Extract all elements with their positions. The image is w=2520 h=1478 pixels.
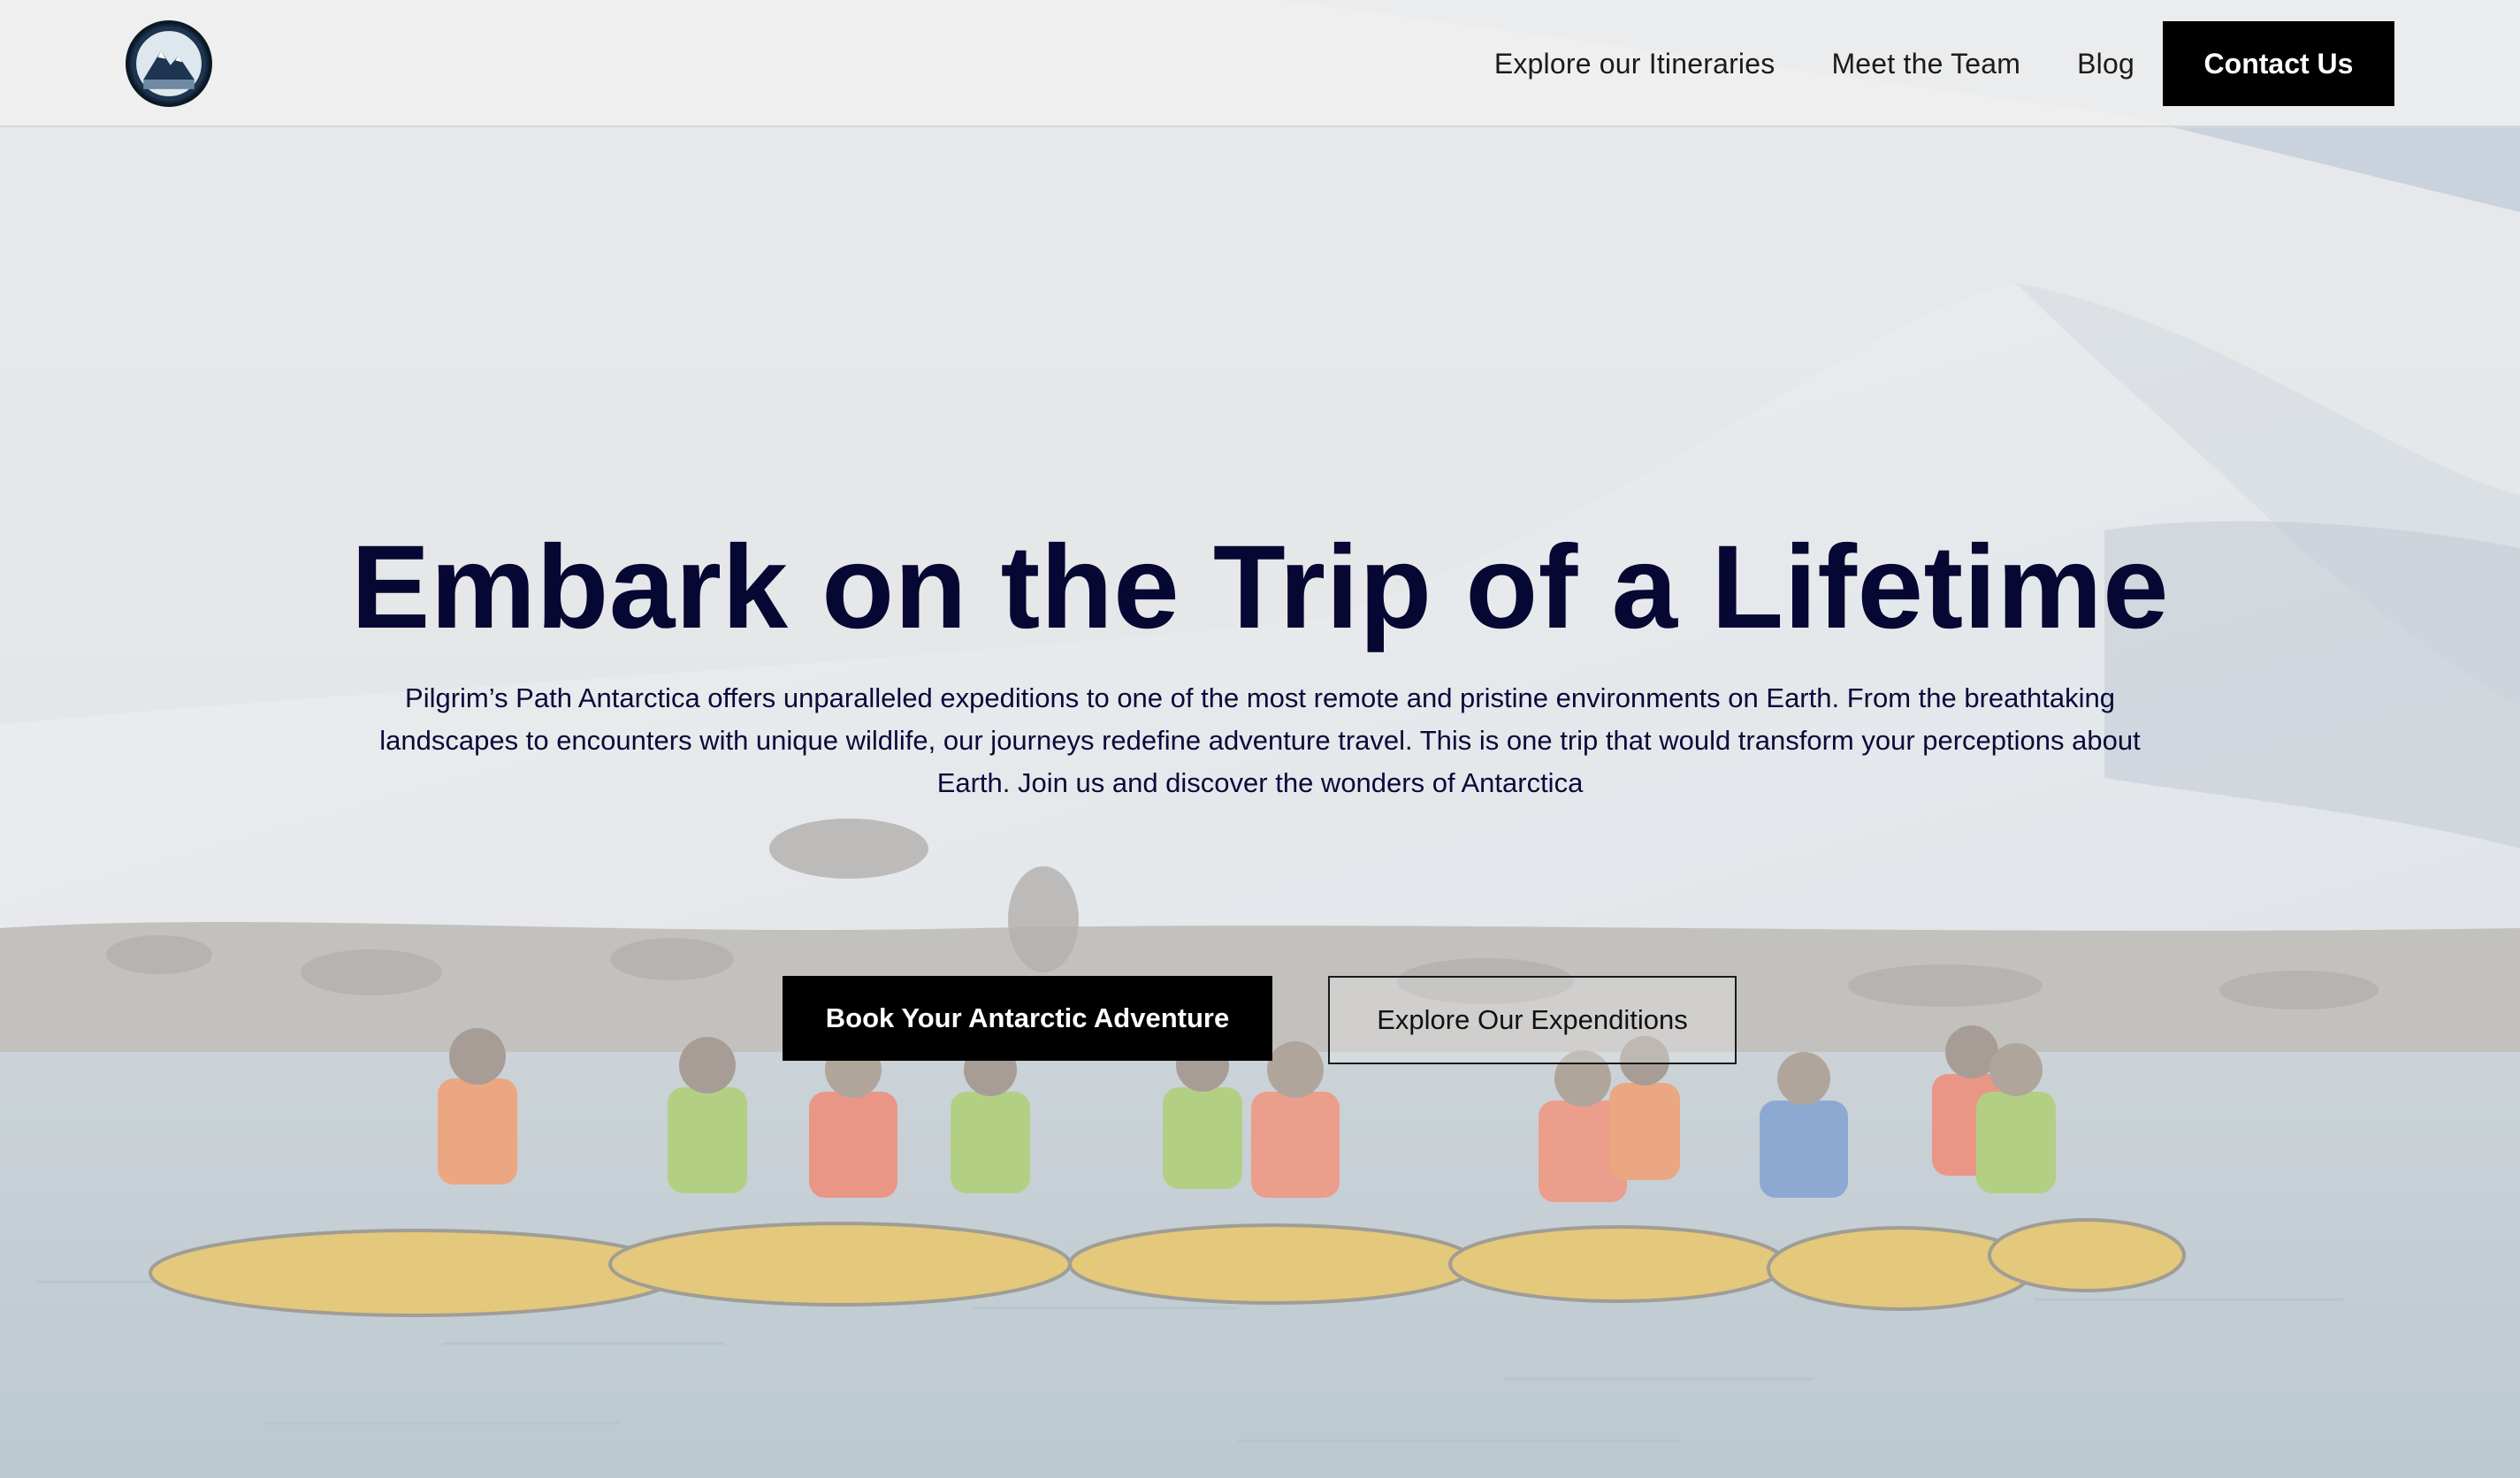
site-header: Explore our Itineraries Meet the Team Bl… <box>0 0 2520 127</box>
nav-link-itineraries[interactable]: Explore our Itineraries <box>1494 48 1775 80</box>
book-adventure-button[interactable]: Book Your Antarctic Adventure <box>783 976 1272 1061</box>
nav-link-team[interactable]: Meet the Team <box>1831 48 2020 80</box>
nav-link-blog[interactable]: Blog <box>2077 48 2134 80</box>
explore-expeditions-button[interactable]: Explore Our Expenditions <box>1328 976 1737 1064</box>
mountain-logo-icon[interactable] <box>126 20 212 107</box>
main-nav: Explore our Itineraries Meet the Team Bl… <box>1494 21 2394 106</box>
hero-title: Embark on the Trip of a Lifetime <box>350 522 2170 653</box>
hero-cta-group: Book Your Antarctic Adventure Explore Ou… <box>0 976 2520 1064</box>
hero-description: Pilgrim’s Path Antarctica offers unparal… <box>379 682 2141 798</box>
contact-us-button[interactable]: Contact Us <box>2163 21 2394 106</box>
